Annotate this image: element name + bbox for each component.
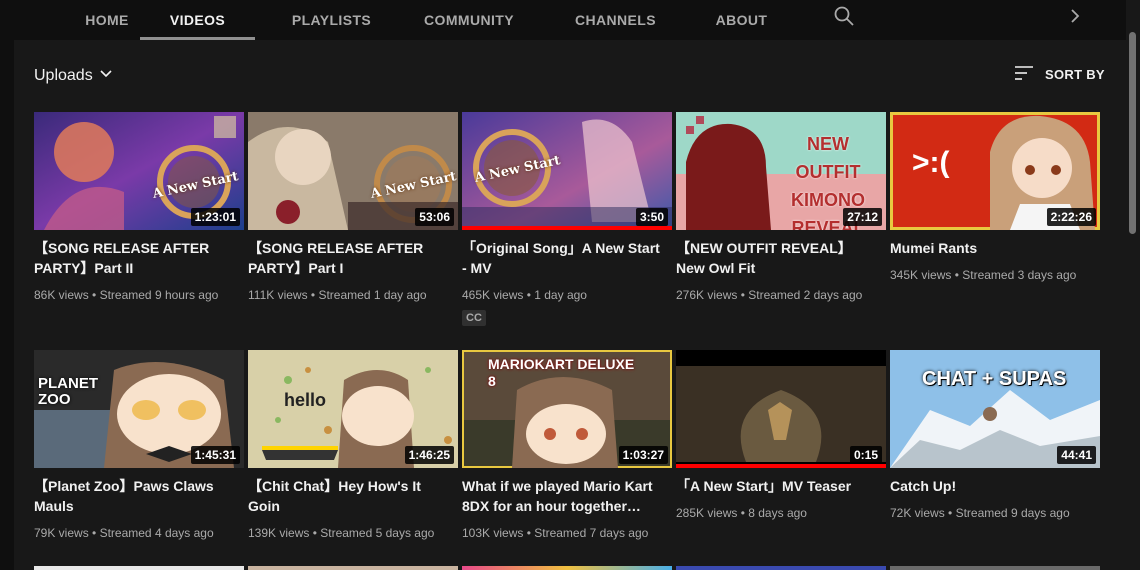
channel-tabs: HOME VIDEOS PLAYLISTS COMMUNITY CHANNELS…	[14, 0, 1126, 40]
video-title[interactable]: 【NEW OUTFIT REVEAL】New Owl Fit	[676, 238, 876, 278]
video-title[interactable]: Mumei Rants	[890, 238, 1090, 258]
tab-playlists[interactable]: PLAYLISTS	[274, 0, 389, 40]
video-thumbnail[interactable]: MARIOKART DELUXE 8 1:03:27	[462, 350, 672, 468]
video-duration: 1:03:27	[618, 446, 668, 464]
sort-icon	[1013, 64, 1035, 85]
video-thumbnail[interactable]: NEW OUTFIT KIMONO REVEAL 27:12	[676, 112, 886, 230]
video-thumbnail-partial[interactable]	[248, 566, 458, 570]
video-meta: 276K views • Streamed 2 days ago	[676, 288, 863, 302]
video-duration: 3:50	[635, 208, 668, 226]
chevron-down-icon	[99, 67, 113, 86]
video-views: 276K views	[676, 288, 738, 302]
video-age: Streamed 3 days ago	[962, 268, 1077, 282]
video-thumbnail-partial[interactable]	[462, 566, 672, 570]
video-meta: 72K views • Streamed 9 days ago	[890, 506, 1070, 520]
video-title[interactable]: 「A New Start」MV Teaser	[676, 476, 876, 496]
video-age: Streamed 7 days ago	[534, 526, 649, 540]
video-thumbnail[interactable]: hello 1:46:25	[248, 350, 458, 468]
video-thumbnail-partial[interactable]	[890, 566, 1100, 570]
video-meta: 79K views • Streamed 4 days ago	[34, 526, 214, 540]
video-title[interactable]: 【SONG RELEASE AFTER PARTY】Part II	[34, 238, 234, 278]
sort-by-label: SORT BY	[1045, 66, 1105, 82]
watch-progress-bar	[462, 226, 672, 230]
video-duration: 44:41	[1057, 446, 1096, 464]
video-thumbnail[interactable]: A New Start 3:50	[462, 112, 672, 230]
video-meta: 86K views • Streamed 9 hours ago	[34, 288, 219, 302]
video-title[interactable]: 「Original Song」A New Start - MV	[462, 238, 662, 278]
video-views: 86K views	[34, 288, 89, 302]
video-age: Streamed 5 days ago	[320, 526, 435, 540]
video-thumbnail[interactable]: A New Start 1:23:01	[34, 112, 244, 230]
thumbnail-text: MARIOKART DELUXE 8	[488, 356, 635, 389]
video-meta: 111K views • Streamed 1 day ago	[248, 288, 427, 302]
video-thumbnail[interactable]: >:( 2:22:26	[890, 112, 1100, 230]
tab-about[interactable]: ABOUT	[704, 0, 779, 40]
video-thumbnail[interactable]: PLANET ZOO 1:45:31	[34, 350, 244, 468]
watch-progress-bar	[676, 464, 886, 468]
sort-by-button[interactable]: SORT BY	[1013, 62, 1105, 86]
video-age: 8 days ago	[748, 506, 807, 520]
video-age: Streamed 1 day ago	[318, 288, 427, 302]
video-age: Streamed 9 days ago	[955, 506, 1070, 520]
video-thumbnail[interactable]: CHAT + SUPAS 44:41	[890, 350, 1100, 468]
video-meta: 103K views • Streamed 7 days ago	[462, 526, 649, 540]
video-title[interactable]: 【Planet Zoo】Paws Claws Mauls	[34, 476, 234, 516]
video-title[interactable]: Catch Up!	[890, 476, 1090, 496]
video-views: 465K views	[462, 288, 524, 302]
video-duration: 1:23:01	[190, 208, 240, 226]
video-age: 1 day ago	[534, 288, 587, 302]
video-meta: 465K views • 1 day ago	[462, 288, 587, 302]
cc-badge: CC	[462, 310, 486, 326]
tab-community[interactable]: COMMUNITY	[409, 0, 529, 40]
chevron-right-icon[interactable]	[1064, 5, 1086, 27]
uploads-filter[interactable]: Uploads	[34, 64, 113, 88]
video-age: Streamed 9 hours ago	[99, 288, 219, 302]
video-duration: 0:15	[849, 446, 882, 464]
video-views: 79K views	[34, 526, 89, 540]
video-duration: 2:22:26	[1046, 208, 1096, 226]
thumbnail-text: >:(	[912, 146, 950, 179]
thumbnail-text: hello	[284, 390, 327, 410]
scrollbar-thumb[interactable]	[1129, 32, 1136, 234]
video-thumbnail[interactable]: 0:15	[676, 350, 886, 468]
video-meta: 139K views • Streamed 5 days ago	[248, 526, 435, 540]
video-meta: 345K views • Streamed 3 days ago	[890, 268, 1077, 282]
video-views: 111K views	[248, 288, 308, 302]
video-views: 345K views	[890, 268, 952, 282]
video-duration: 1:46:25	[404, 446, 454, 464]
video-title[interactable]: 【Chit Chat】Hey How's It Goin	[248, 476, 448, 516]
left-gutter	[0, 0, 14, 570]
video-age: Streamed 4 days ago	[99, 526, 214, 540]
video-views: 139K views	[248, 526, 310, 540]
video-title[interactable]: What if we played Mario Kart 8DX for an …	[462, 476, 662, 516]
thumbnail-text: CHAT + SUPAS	[922, 368, 1067, 390]
video-meta: 285K views • 8 days ago	[676, 506, 807, 520]
video-age: Streamed 2 days ago	[748, 288, 863, 302]
video-views: 103K views	[462, 526, 524, 540]
video-duration: 27:12	[843, 208, 882, 226]
tab-videos[interactable]: VIDEOS	[140, 0, 255, 40]
search-icon[interactable]	[832, 4, 856, 28]
video-thumbnail-partial[interactable]	[34, 566, 244, 570]
video-title[interactable]: 【SONG RELEASE AFTER PARTY】Part I	[248, 238, 448, 278]
video-thumbnail-partial[interactable]	[676, 566, 886, 570]
tab-channels[interactable]: CHANNELS	[559, 0, 672, 40]
video-thumbnail[interactable]: A New Start 53:06	[248, 112, 458, 230]
video-duration: 1:45:31	[190, 446, 240, 464]
video-duration: 53:06	[415, 208, 454, 226]
thumbnail-text: PLANET ZOO	[38, 375, 98, 408]
uploads-label: Uploads	[34, 67, 93, 84]
video-views: 72K views	[890, 506, 945, 520]
video-views: 285K views	[676, 506, 738, 520]
